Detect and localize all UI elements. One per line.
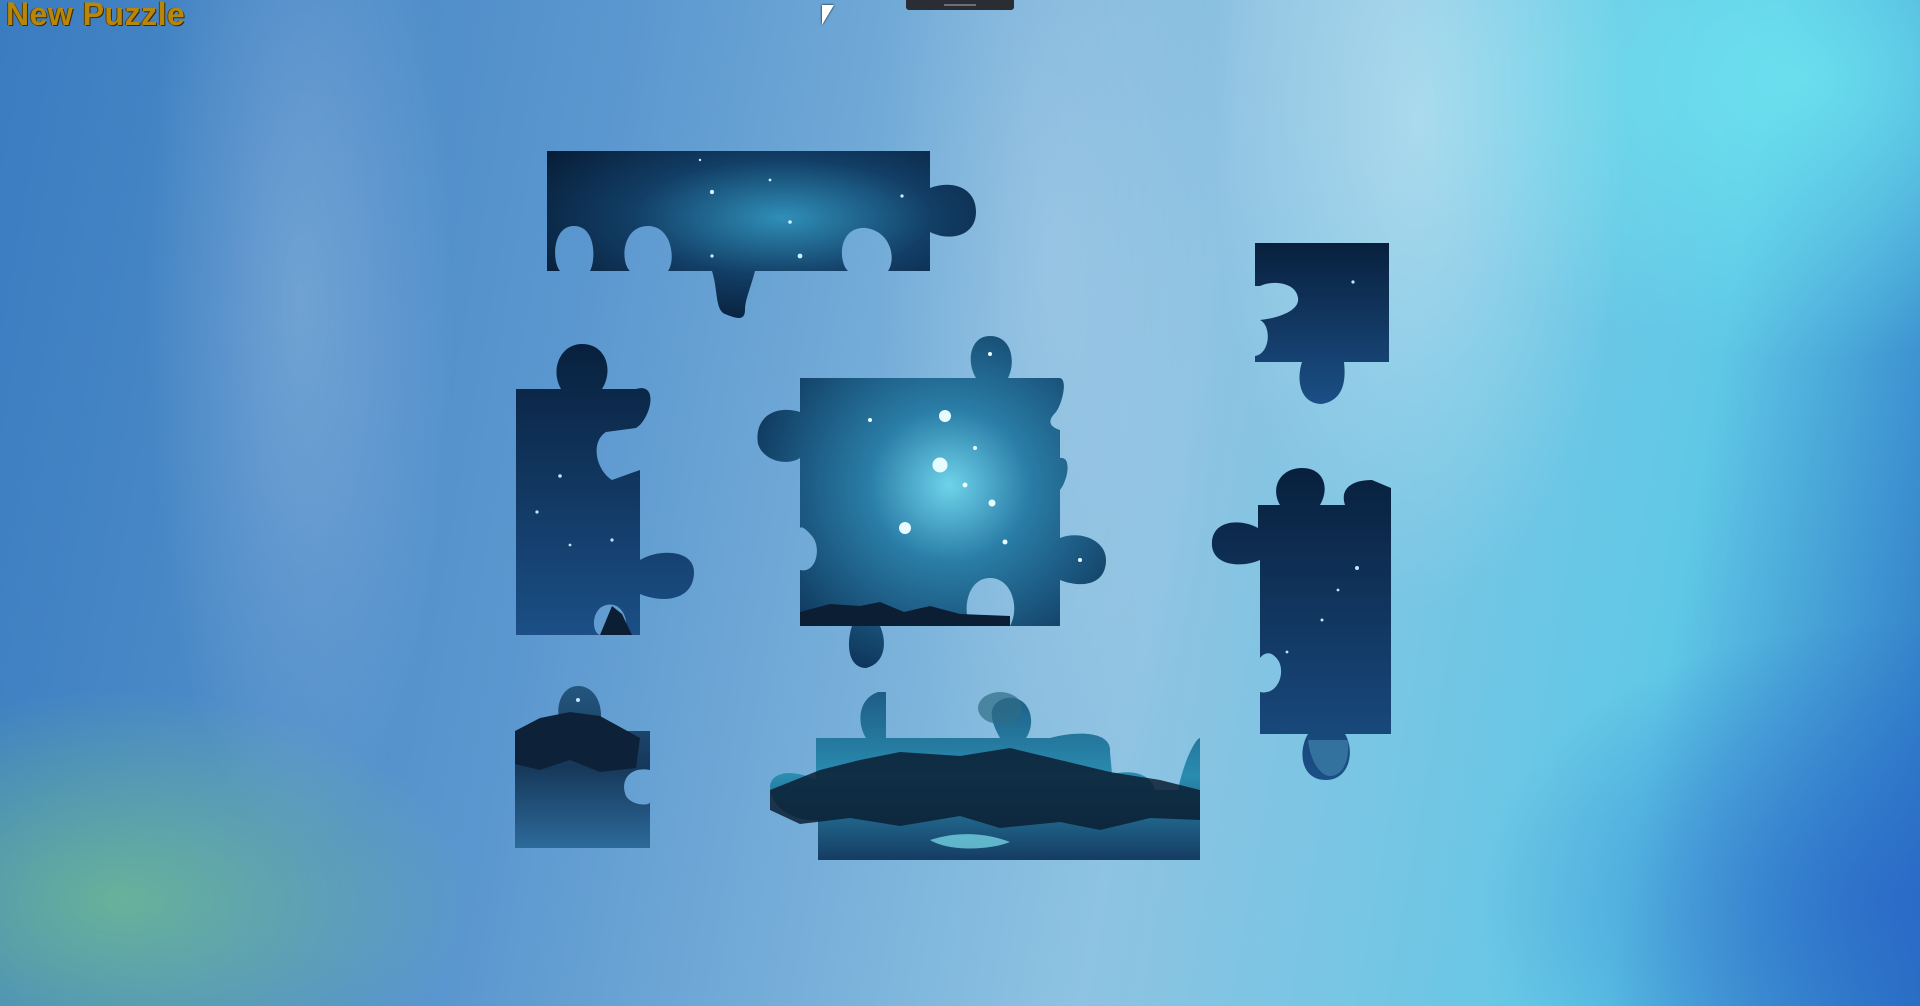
puzzle-piece-top[interactable] bbox=[547, 151, 976, 318]
star bbox=[576, 698, 580, 702]
puzzle-piece-bottom[interactable] bbox=[770, 692, 1200, 860]
puzzle-board bbox=[515, 151, 1391, 860]
star bbox=[1351, 280, 1355, 284]
puzzle-piece-bottom-left[interactable] bbox=[515, 686, 650, 848]
moon-reflection bbox=[978, 692, 1022, 724]
puzzle-piece-right-middle[interactable] bbox=[1211, 468, 1391, 780]
puzzle-piece-left-middle[interactable] bbox=[516, 344, 694, 635]
rock bbox=[515, 712, 640, 772]
puzzle-piece-right-top[interactable] bbox=[1255, 243, 1389, 404]
puzzle-piece-center[interactable] bbox=[757, 336, 1106, 668]
